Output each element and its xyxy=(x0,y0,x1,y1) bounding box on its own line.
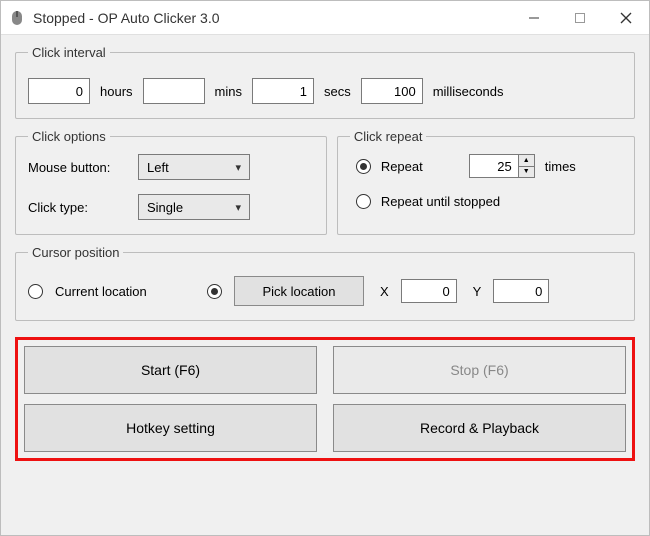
x-label: X xyxy=(380,284,389,299)
hotkey-button-label: Hotkey setting xyxy=(126,420,215,436)
app-window: Stopped - OP Auto Clicker 3.0 Click inte… xyxy=(0,0,650,536)
click-type-value: Single xyxy=(147,200,183,215)
window-controls xyxy=(511,1,649,34)
secs-input[interactable] xyxy=(252,78,314,104)
click-options-group: Click options Mouse button: Left ▾ Click… xyxy=(15,129,327,235)
repeat-count-input[interactable] xyxy=(470,155,518,177)
stop-button-label: Stop (F6) xyxy=(450,362,508,378)
close-button[interactable] xyxy=(603,1,649,34)
content-area: Click interval hours mins secs milliseco… xyxy=(1,35,649,535)
stop-button[interactable]: Stop (F6) xyxy=(333,346,626,394)
titlebar: Stopped - OP Auto Clicker 3.0 xyxy=(1,1,649,35)
click-interval-legend: Click interval xyxy=(28,45,110,60)
mouse-button-select[interactable]: Left ▾ xyxy=(138,154,250,180)
pick-location-button-label: Pick location xyxy=(263,284,336,299)
ms-input[interactable] xyxy=(361,78,423,104)
chevron-down-icon: ▾ xyxy=(235,161,241,174)
click-interval-group: Click interval hours mins secs milliseco… xyxy=(15,45,635,119)
window-title: Stopped - OP Auto Clicker 3.0 xyxy=(33,10,511,26)
repeat-radio[interactable] xyxy=(356,159,371,174)
x-input[interactable] xyxy=(401,279,457,303)
repeat-until-radio[interactable] xyxy=(356,194,371,209)
maximize-button[interactable] xyxy=(557,1,603,34)
mouse-button-label: Mouse button: xyxy=(28,160,128,175)
chevron-down-icon: ▾ xyxy=(235,201,241,214)
pick-location-button[interactable]: Pick location xyxy=(234,276,364,306)
click-repeat-group: Click repeat Repeat ▲ ▼ tim xyxy=(337,129,635,235)
mins-input[interactable] xyxy=(143,78,205,104)
hours-label: hours xyxy=(100,84,133,99)
cursor-position-legend: Cursor position xyxy=(28,245,123,260)
app-icon xyxy=(9,10,25,26)
click-options-legend: Click options xyxy=(28,129,110,144)
y-input[interactable] xyxy=(493,279,549,303)
repeat-until-label: Repeat until stopped xyxy=(381,194,500,209)
current-location-label: Current location xyxy=(55,284,195,299)
y-label: Y xyxy=(473,284,482,299)
times-label: times xyxy=(545,159,576,174)
action-buttons: Start (F6) Stop (F6) Hotkey setting Reco… xyxy=(15,337,635,461)
hours-input[interactable] xyxy=(28,78,90,104)
interval-row: hours mins secs milliseconds xyxy=(28,70,622,104)
current-location-radio[interactable] xyxy=(28,284,43,299)
click-repeat-legend: Click repeat xyxy=(350,129,427,144)
click-type-label: Click type: xyxy=(28,200,128,215)
secs-label: secs xyxy=(324,84,351,99)
options-repeat-row: Click options Mouse button: Left ▾ Click… xyxy=(15,129,635,235)
start-button[interactable]: Start (F6) xyxy=(24,346,317,394)
minimize-button[interactable] xyxy=(511,1,557,34)
start-button-label: Start (F6) xyxy=(141,362,200,378)
record-playback-button[interactable]: Record & Playback xyxy=(333,404,626,452)
repeat-count-stepper[interactable]: ▲ ▼ xyxy=(469,154,535,178)
record-button-label: Record & Playback xyxy=(420,420,539,436)
spin-up-icon[interactable]: ▲ xyxy=(519,155,534,167)
cursor-position-group: Cursor position Current location Pick lo… xyxy=(15,245,635,321)
pick-location-radio[interactable] xyxy=(207,284,222,299)
mouse-button-value: Left xyxy=(147,160,169,175)
hotkey-setting-button[interactable]: Hotkey setting xyxy=(24,404,317,452)
click-type-select[interactable]: Single ▾ xyxy=(138,194,250,220)
spin-down-icon[interactable]: ▼ xyxy=(519,167,534,178)
repeat-label: Repeat xyxy=(381,159,423,174)
ms-label: milliseconds xyxy=(433,84,504,99)
mins-label: mins xyxy=(215,84,242,99)
